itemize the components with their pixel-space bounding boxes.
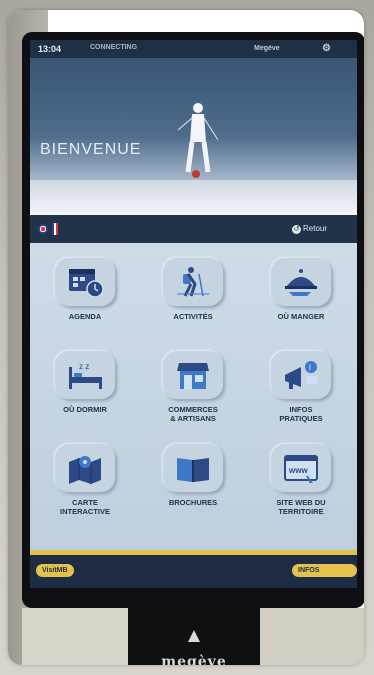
main-menu-grid: AGENDA ACTIVITÉS OÙ MANGER z z OÙ DORMIR…: [30, 243, 357, 550]
welcome-title: BIENVENUE: [40, 141, 142, 158]
skier-illustration: [178, 103, 218, 178]
menu-tile-site-web[interactable]: www SITE WEB DU TERRITOIRE: [256, 439, 346, 531]
megeve-crest-icon: [188, 630, 200, 642]
english-flag-icon[interactable]: [38, 224, 48, 234]
footer-bar: VisitMB INFOS SAISONS: [30, 550, 357, 588]
kiosk-stand: megève: [128, 608, 260, 665]
menu-tile-ou-manger[interactable]: OÙ MANGER: [256, 253, 346, 345]
hero-banner: 13:04 CONNECTING Megève ⚙ BIENVENUE: [30, 40, 357, 215]
menu-tile-carte[interactable]: CARTE INTERACTIVE: [40, 439, 130, 531]
visitmb-button[interactable]: VisitMB: [36, 564, 74, 577]
kiosk-screen: 13:04 CONNECTING Megève ⚙ BIENVENUE ↺ Ret…: [30, 40, 357, 588]
stand-logo-text: megève: [161, 654, 227, 665]
menu-tile-label: OÙ MANGER: [277, 312, 325, 321]
menu-tile-label: CARTE INTERACTIVE: [59, 498, 110, 516]
menu-tile-label: COMMERCES & ARTISANS: [168, 405, 218, 423]
back-label: Retour: [303, 224, 328, 233]
french-flag-icon[interactable]: [52, 223, 58, 235]
hiker-icon: [177, 267, 209, 297]
svg-text:z z: z z: [79, 362, 89, 371]
footer-accent-line: [30, 550, 357, 555]
menu-tile-label: OÙ DORMIR: [63, 405, 107, 414]
megaphone-info-icon: i: [285, 361, 318, 389]
www-browser-icon: www: [284, 455, 318, 483]
map-pin-icon: [69, 456, 101, 484]
back-arrow-icon: ↺: [292, 225, 301, 234]
menu-tile-ou-dormir[interactable]: z z OÙ DORMIR: [40, 346, 130, 438]
language-bar: ↺ Retour: [30, 215, 357, 243]
menu-tile-activites[interactable]: ACTIVITÉS: [148, 253, 238, 345]
back-button[interactable]: ↺ Retour: [292, 224, 327, 234]
menu-tile-label: SITE WEB DU TERRITOIRE: [276, 498, 326, 516]
menu-tile-label: ACTIVITÉS: [173, 312, 213, 321]
menu-tile-label: BROCHURES: [168, 498, 218, 507]
cloche-icon: [285, 269, 317, 296]
gear-icon[interactable]: ⚙: [322, 43, 331, 54]
svg-text:i: i: [309, 363, 311, 372]
status-bar: 13:04 CONNECTING Megève ⚙: [30, 40, 357, 58]
menu-tile-brochures[interactable]: BROCHURES: [148, 439, 238, 531]
status-brand: CONNECTING: [90, 44, 138, 51]
menu-tile-infos-pratiques[interactable]: i INFOS PRATIQUES: [256, 346, 346, 438]
status-location: Megève: [254, 45, 280, 52]
shop-icon: [177, 363, 209, 389]
calendar-clock-icon: [69, 269, 104, 298]
infos-saisons-button[interactable]: INFOS SAISONS: [292, 564, 357, 587]
menu-tile-agenda[interactable]: AGENDA: [40, 253, 130, 345]
svg-text:www: www: [288, 466, 308, 475]
menu-tile-label: AGENDA: [68, 312, 102, 321]
status-time: 13:04: [38, 44, 62, 54]
photo-frame: 13:04 CONNECTING Megève ⚙ BIENVENUE ↺ Ret…: [8, 10, 364, 665]
snow-ground: [30, 180, 357, 215]
book-icon: [177, 458, 209, 482]
background-floor: [22, 608, 128, 665]
bed-icon: z z: [69, 362, 102, 389]
menu-tile-commerces[interactable]: COMMERCES & ARTISANS: [148, 346, 238, 438]
menu-tile-label: INFOS PRATIQUES: [279, 405, 323, 423]
background-floor-right: [260, 608, 364, 665]
